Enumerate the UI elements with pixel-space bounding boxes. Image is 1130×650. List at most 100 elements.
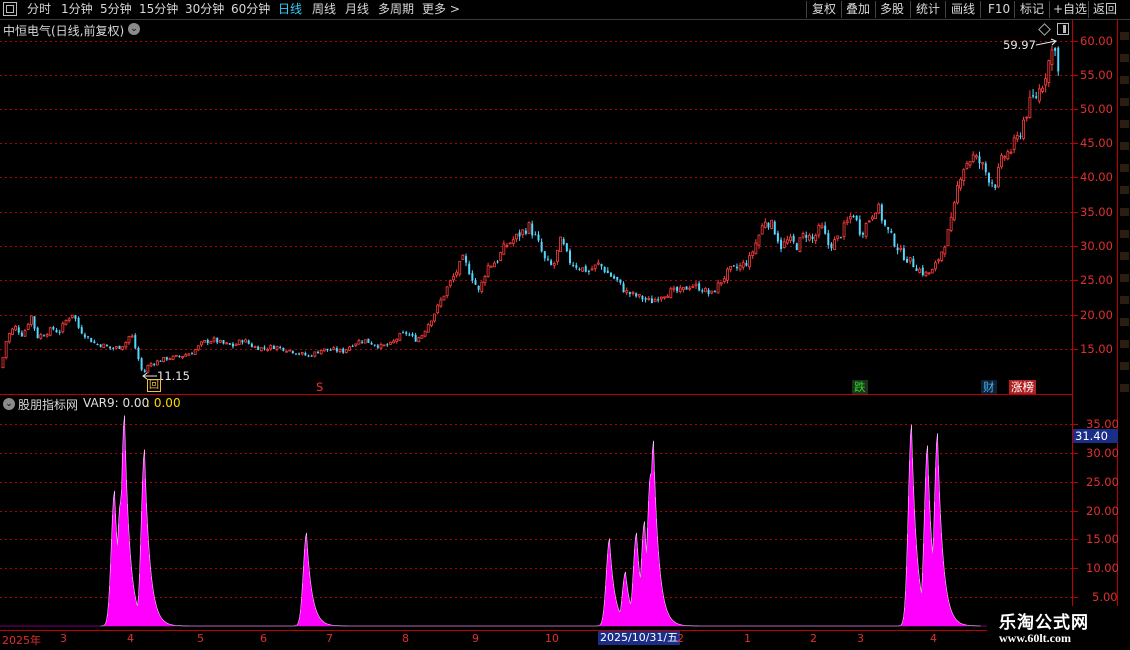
date-tick-5: 5 xyxy=(197,632,204,645)
candle-body xyxy=(7,333,11,343)
candle-body xyxy=(735,266,738,269)
candle-body xyxy=(329,349,332,351)
candle-body xyxy=(134,335,137,349)
candle-body xyxy=(839,237,842,239)
candle-body xyxy=(335,348,338,352)
candle-body xyxy=(502,243,506,255)
candle-body xyxy=(58,331,61,333)
date-tick-4: 4 xyxy=(127,632,134,645)
candle-body xyxy=(492,262,496,268)
candle-body xyxy=(386,344,389,346)
candle-body xyxy=(159,360,162,362)
candle-body xyxy=(729,266,733,270)
candle-body xyxy=(647,298,651,300)
candle-body xyxy=(912,258,915,268)
date-tick-9: 9 xyxy=(472,632,479,645)
candle-body xyxy=(174,355,178,357)
candle-body xyxy=(184,354,188,357)
candle-body xyxy=(678,287,682,292)
candle-body xyxy=(738,265,742,270)
candle-body xyxy=(952,202,956,221)
candle-body xyxy=(959,178,962,189)
candle-body xyxy=(171,355,175,360)
candle-body xyxy=(165,357,168,360)
candle-body xyxy=(572,264,575,266)
candle-body xyxy=(906,258,909,263)
candle-body xyxy=(317,351,319,354)
marker-hui[interactable]: 回 xyxy=(147,379,161,392)
candle-body xyxy=(593,264,597,269)
candle-body xyxy=(578,268,581,270)
candle-body xyxy=(361,341,364,343)
indicator-current-value: 31.40 xyxy=(1073,429,1122,443)
marker-cai[interactable]: 财 xyxy=(981,380,997,394)
candle-body xyxy=(67,318,71,322)
candle-body xyxy=(112,347,115,349)
candle-body xyxy=(770,219,773,229)
candle-body xyxy=(760,225,764,235)
candle-body xyxy=(196,345,200,351)
candle-body xyxy=(187,353,191,356)
candle-body xyxy=(782,241,786,248)
candle-body xyxy=(698,283,701,291)
candle-body xyxy=(130,335,134,338)
candle-body xyxy=(109,346,112,349)
candle-body xyxy=(29,315,33,325)
candle-body xyxy=(376,345,379,348)
candle-body xyxy=(968,161,972,166)
candle-body xyxy=(118,345,121,349)
candle-body xyxy=(971,154,975,163)
candle-body xyxy=(465,256,468,263)
candle-body xyxy=(445,286,449,297)
candle-body xyxy=(61,322,65,333)
candle-body xyxy=(943,246,947,255)
candle-body xyxy=(833,239,836,251)
candle-body xyxy=(1037,88,1041,102)
candle-body xyxy=(90,338,93,343)
candle-body xyxy=(288,349,292,352)
candle-body xyxy=(915,268,918,272)
candle-body xyxy=(600,264,603,267)
candle-body xyxy=(805,235,808,238)
candle-body xyxy=(121,346,125,350)
candle-body xyxy=(606,270,609,274)
candle-body xyxy=(285,350,288,353)
candle-body xyxy=(452,276,455,281)
date-cursor-label: 2025/10/31/五 xyxy=(598,631,681,645)
date-tick-8: 8 xyxy=(402,632,409,645)
candle-body xyxy=(887,227,890,230)
candle-body xyxy=(405,332,408,334)
candle-body xyxy=(669,288,673,299)
candle-body xyxy=(852,215,855,218)
candle-body xyxy=(726,268,729,281)
candle-body xyxy=(524,230,527,234)
candle-body xyxy=(748,255,751,268)
candle-body xyxy=(710,290,714,294)
price-tick-25: 25.00 xyxy=(1080,273,1113,287)
candle-body xyxy=(719,282,723,285)
candle-body xyxy=(1009,151,1013,154)
candle-body xyxy=(39,334,43,339)
candle-body xyxy=(191,353,193,355)
candle-body xyxy=(820,225,824,228)
price-tick-20: 20.00 xyxy=(1080,308,1113,322)
candle-body xyxy=(534,234,537,236)
marker-zhangbang[interactable]: 涨榜 xyxy=(1009,380,1036,394)
candle-body xyxy=(14,325,18,331)
candle-body xyxy=(269,345,273,350)
candle-body xyxy=(716,282,720,294)
candle-body xyxy=(628,291,631,295)
candle-body xyxy=(216,337,219,343)
side-panel-strip[interactable] xyxy=(1118,20,1130,630)
candle-body xyxy=(934,262,937,270)
candle-body xyxy=(575,265,578,268)
candle-body xyxy=(480,281,484,292)
marker-s[interactable]: S xyxy=(314,380,325,394)
marker-die[interactable]: 跌 xyxy=(852,380,868,394)
candle-body xyxy=(263,347,266,349)
date-tick-1: 1 xyxy=(744,632,751,645)
candle-body xyxy=(304,353,307,356)
candle-body xyxy=(540,241,543,252)
candle-body xyxy=(625,290,629,293)
candle-body xyxy=(468,263,471,275)
